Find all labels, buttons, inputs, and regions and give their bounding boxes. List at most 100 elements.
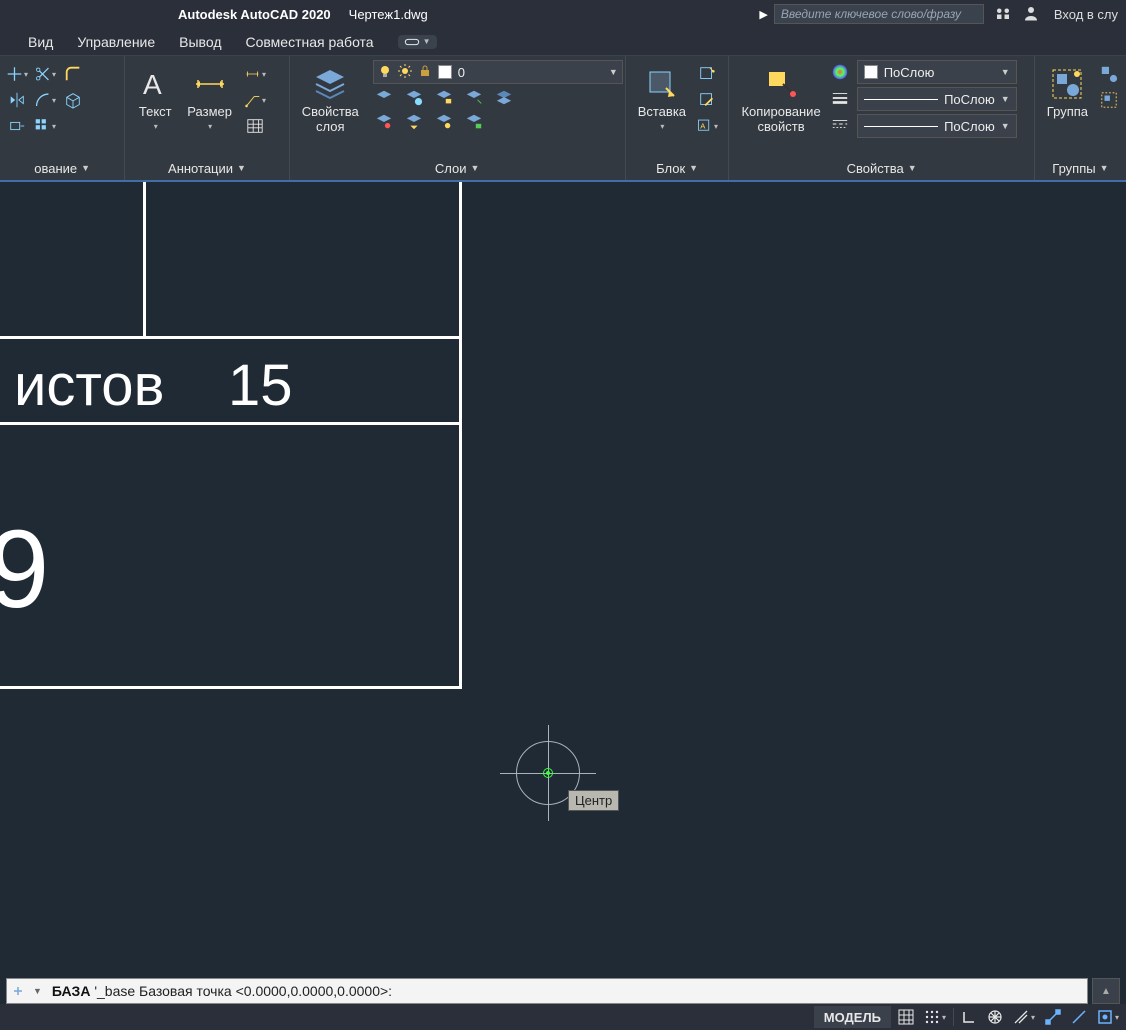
match-properties-icon: [763, 64, 799, 104]
color-selector[interactable]: ПоСлою ▼: [857, 60, 1017, 84]
fillet-icon[interactable]: [62, 64, 84, 84]
layer-isolate-icon[interactable]: [463, 88, 485, 108]
drawing-text-15: 15: [228, 352, 293, 419]
panel-drawing: ▾ ▾ ▾ ▾ ование▼: [0, 56, 125, 180]
edit-attr-icon[interactable]: A▾: [696, 116, 718, 136]
group-edit-icon[interactable]: [1098, 90, 1120, 110]
ribbon: ▾ ▾ ▾ ▾ ование▼ A Текст: [0, 56, 1126, 182]
move-icon[interactable]: ▾: [6, 64, 28, 84]
search-placeholder: Введите ключевое слово/фразу: [781, 7, 961, 21]
panel-title-groups[interactable]: Группы▼: [1035, 156, 1126, 180]
layer-match-icon[interactable]: [373, 112, 395, 132]
panel-title-block[interactable]: Блок▼: [626, 156, 729, 180]
ortho-icon[interactable]: [956, 1006, 982, 1028]
insert-block-icon: [644, 64, 680, 104]
dimension-icon: [192, 64, 228, 104]
layer-color-swatch: [438, 65, 452, 79]
model-space-button[interactable]: МОДЕЛЬ: [814, 1006, 891, 1028]
snap-tooltip: Центр: [568, 790, 619, 811]
user-icon[interactable]: [1022, 4, 1040, 25]
group-button[interactable]: Группа: [1041, 60, 1094, 121]
featured-apps-icon[interactable]: ▼: [398, 35, 437, 49]
lock-icon: [418, 64, 432, 81]
stretch-icon[interactable]: [6, 116, 28, 136]
match-properties-button[interactable]: Копирование свойств: [735, 60, 826, 136]
status-bar: МОДЕЛЬ ▾ ▾ ▾: [0, 1004, 1126, 1030]
layer-thaw-icon[interactable]: [433, 112, 455, 132]
lineweight-selector[interactable]: ПоСлою ▼: [857, 87, 1017, 111]
color-swatch: [864, 65, 878, 79]
command-prompt-icon: [7, 980, 29, 1002]
signin-link[interactable]: Вход в слу: [1054, 7, 1118, 22]
group-icon: [1049, 64, 1085, 104]
layer-make-current-icon[interactable]: [493, 88, 515, 108]
panel-title-annotations[interactable]: Аннотации▼: [125, 156, 288, 180]
panel-title-properties[interactable]: Свойства▼: [729, 156, 1033, 180]
leader-icon[interactable]: ▾: [244, 90, 266, 110]
command-history-dropdown[interactable]: ▼: [29, 986, 46, 996]
drawing-text-istov: истов: [14, 352, 164, 419]
polar-icon[interactable]: [982, 1006, 1008, 1028]
layer-unlock-icon[interactable]: [463, 112, 485, 132]
layer-name: 0: [458, 65, 465, 80]
command-line[interactable]: ▼ БАЗА '_base Базовая точка <0.0000,0.00…: [6, 978, 1088, 1004]
sun-icon: [398, 64, 412, 81]
linetype-selector[interactable]: ПоСлою ▼: [857, 114, 1017, 138]
search-input[interactable]: Введите ключевое слово/фразу: [774, 4, 984, 24]
svg-text:A: A: [700, 122, 706, 131]
text-button[interactable]: A Текст ▾: [131, 60, 179, 136]
menu-collab[interactable]: Совместная работа: [245, 34, 373, 50]
layer-freeze-icon[interactable]: [403, 88, 425, 108]
snap-icon[interactable]: ▾: [919, 1006, 951, 1028]
menu-bar: Вид Управление Вывод Совместная работа ▼: [0, 28, 1126, 56]
linetype-icon[interactable]: [829, 114, 851, 134]
dimension-button[interactable]: Размер ▾: [181, 60, 238, 136]
isodraft-icon[interactable]: ▾: [1008, 1006, 1040, 1028]
play-icon: ▶: [759, 8, 767, 21]
layer-properties-button[interactable]: Свойства слоя: [296, 60, 365, 136]
panel-title-layers[interactable]: Слои▼: [290, 156, 625, 180]
document-name: Чертеж1.dwg: [349, 7, 428, 22]
app-name: Autodesk AutoCAD 2020: [178, 7, 331, 22]
box-icon[interactable]: [62, 90, 84, 110]
lightbulb-icon: [378, 64, 392, 81]
otrack-icon[interactable]: [1066, 1006, 1092, 1028]
panel-annotations: A Текст ▾ Размер ▾ ▾ ▾ Аннотации▼: [125, 56, 289, 180]
layer-previous-icon[interactable]: [403, 112, 425, 132]
menu-manage[interactable]: Управление: [77, 34, 155, 50]
table-icon[interactable]: [244, 116, 266, 136]
mirror-icon[interactable]: [6, 90, 28, 110]
panel-groups: Группа Группы▼: [1035, 56, 1126, 180]
trim-icon[interactable]: ▾: [34, 64, 56, 84]
command-scroll-up[interactable]: ▲: [1092, 978, 1120, 1004]
user-icons: Вход в слу: [994, 4, 1118, 25]
lineweight-icon[interactable]: [829, 88, 851, 108]
array-icon[interactable]: ▾: [34, 116, 56, 136]
chevron-down-icon: ▼: [609, 67, 618, 77]
exchange-icon[interactable]: [994, 4, 1012, 25]
insert-button[interactable]: Вставка ▾: [632, 60, 692, 136]
menu-view[interactable]: Вид: [28, 34, 53, 50]
text-icon: A: [137, 64, 173, 104]
command-text: БАЗА '_base Базовая точка <0.0000,0.0000…: [46, 983, 392, 999]
object-snap-icon[interactable]: ▾: [1092, 1006, 1124, 1028]
panel-title-drawing[interactable]: ование▼: [0, 156, 124, 180]
osnap-icon[interactable]: [1040, 1006, 1066, 1028]
panel-layers: Свойства слоя 0 ▼: [290, 56, 626, 180]
layer-off-icon[interactable]: [373, 88, 395, 108]
bylayer-color-icon[interactable]: [829, 62, 851, 82]
grid-icon[interactable]: [893, 1006, 919, 1028]
drawing-canvas[interactable]: истов 15 9 Центр: [0, 182, 1126, 956]
center-snap-marker: [543, 768, 553, 778]
arc-icon[interactable]: ▾: [34, 90, 56, 110]
layer-selector[interactable]: 0 ▼: [373, 60, 623, 84]
panel-block: Вставка ▾ A▾ Блок▼: [626, 56, 730, 180]
create-block-icon[interactable]: [696, 64, 718, 84]
ungroup-icon[interactable]: [1098, 64, 1120, 84]
menu-output[interactable]: Вывод: [179, 34, 221, 50]
panel-properties: Копирование свойств ПоСлою ▼ ПоСлою ▼: [729, 56, 1034, 180]
linear-dim-icon[interactable]: ▾: [244, 64, 266, 84]
edit-block-icon[interactable]: [696, 90, 718, 110]
layer-lock-icon[interactable]: [433, 88, 455, 108]
layers-icon: [312, 64, 348, 104]
